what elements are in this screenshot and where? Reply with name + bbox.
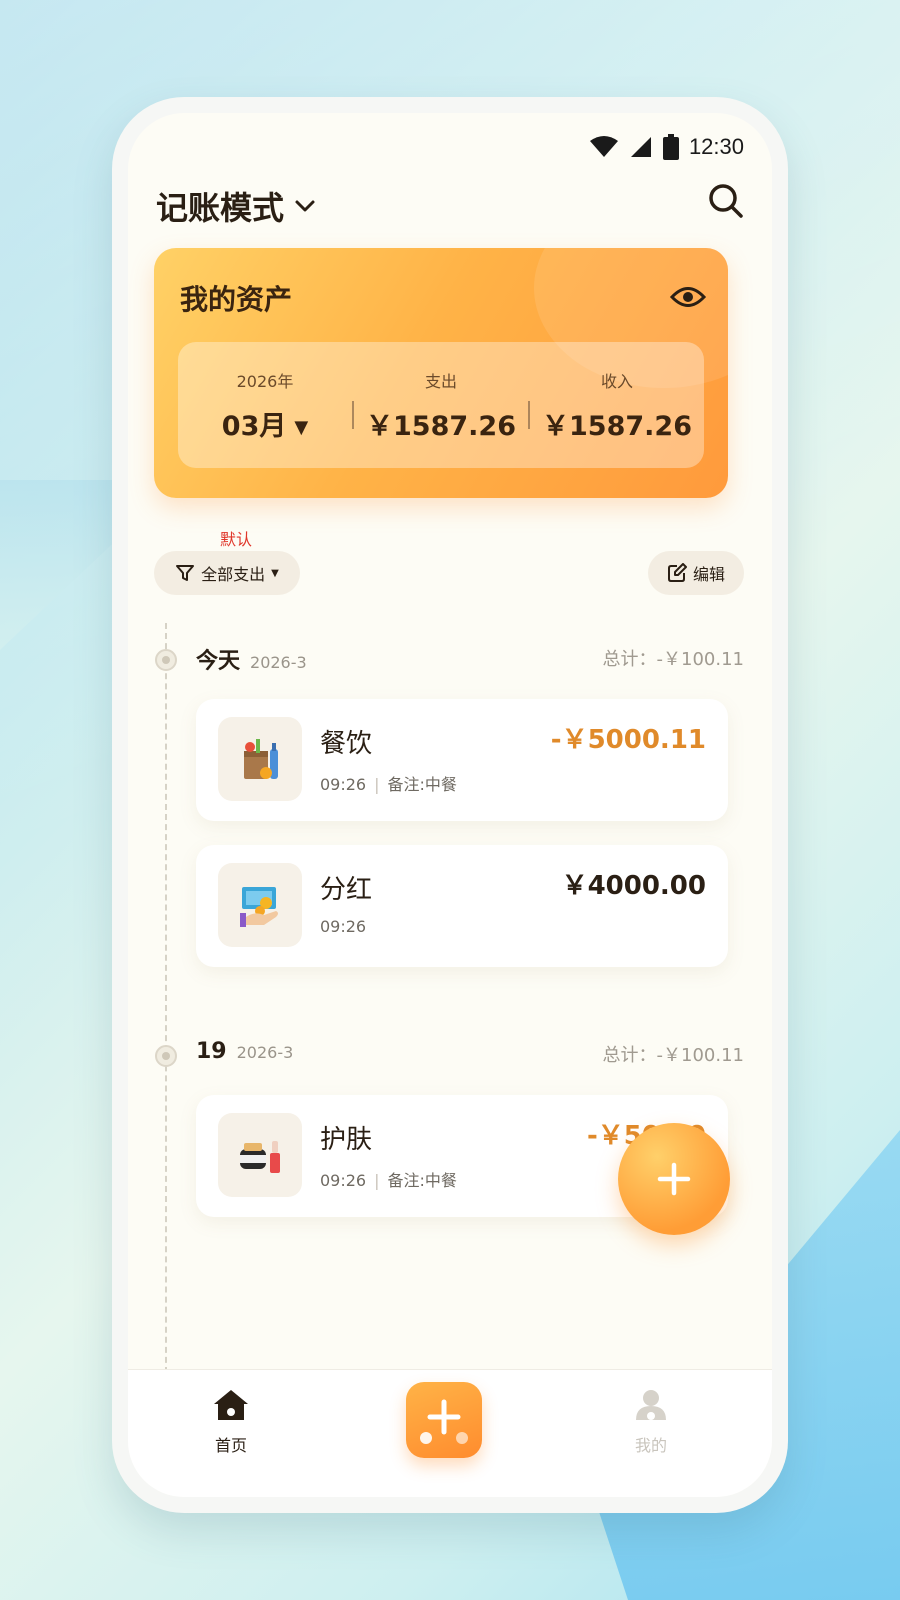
home-icon — [214, 1390, 248, 1420]
month-value: 03月 — [221, 410, 287, 442]
expense-value: ￥1587.26 — [366, 410, 516, 442]
plus-icon — [420, 1399, 468, 1444]
grocery-bag-icon — [218, 717, 302, 801]
transaction-time: 09:26 — [320, 1171, 367, 1190]
day-date: 2026-3 — [250, 653, 307, 672]
timeline-dot — [155, 1045, 177, 1067]
transaction-meta: 09:26 — [320, 917, 366, 936]
day-name: 19 — [196, 1039, 227, 1064]
caret-down-icon: ▼ — [294, 416, 309, 438]
day-date: 2026-3 — [236, 1043, 294, 1062]
transaction-name: 护肤 — [320, 1125, 373, 1155]
caret-down-icon: ▼ — [271, 567, 279, 579]
expense-label: 支出 — [424, 371, 457, 391]
transaction-note: 备注:中餐 — [387, 775, 457, 794]
status-time: 12:30 — [688, 134, 744, 159]
day-name: 今天 — [196, 649, 241, 674]
asset-title: 我的资产 — [180, 283, 293, 316]
income-label: 收入 — [600, 371, 633, 391]
money-hand-icon — [218, 863, 302, 947]
transaction-name: 分红 — [320, 875, 373, 905]
transaction-note: 备注:中餐 — [387, 1171, 457, 1190]
filter-icon — [176, 565, 195, 581]
edit-icon — [667, 563, 687, 582]
timeline-dot — [155, 649, 177, 671]
transaction-card[interactable]: 餐饮 09:26 | 备注:中餐 -￥5000.11 — [196, 699, 728, 821]
status-bar: 12:30 — [589, 131, 744, 163]
transaction-amount: -￥5000.11 — [550, 725, 706, 755]
bottom-tab-bar: 首页 我的 — [128, 1369, 772, 1497]
default-tag: 默认 — [220, 530, 253, 549]
filter-button[interactable]: 全部支出 ▼ — [154, 551, 300, 595]
wifi-icon — [589, 136, 618, 157]
day-total: 总计：-￥100.11 — [602, 1045, 744, 1066]
edit-button[interactable]: 编辑 — [648, 551, 744, 595]
mode-selector[interactable]: 记账模式 — [156, 183, 316, 229]
month-picker[interactable]: 2026年 03月 ▼ — [178, 368, 352, 443]
day-total: 总计：-￥100.11 — [602, 649, 744, 670]
page-title: 记账模式 — [156, 189, 285, 227]
year-label: 2026年 — [236, 371, 294, 391]
income-value: ￥1587.26 — [542, 410, 692, 442]
tab-home[interactable]: 首页 — [186, 1388, 276, 1456]
day-header: 今天 2026-3 — [196, 643, 307, 675]
income-summary: 收入 ￥1587.26 — [530, 368, 704, 443]
day-header: 19 2026-3 — [196, 1039, 293, 1064]
transaction-amount: ￥4000.00 — [561, 871, 706, 901]
center-add-button[interactable] — [406, 1382, 482, 1458]
transaction-time: 09:26 — [320, 917, 367, 936]
tab-home-label: 首页 — [214, 1436, 247, 1455]
tab-me-label: 我的 — [634, 1436, 667, 1455]
eye-icon[interactable] — [670, 284, 706, 310]
app-screen: 12:30 记账模式 我的资产 2026年 03月 ▼ 支出 ￥1587.26 — [128, 113, 772, 1497]
transaction-meta: 09:26 | 备注:中餐 — [320, 775, 457, 794]
battery-icon — [662, 134, 679, 160]
transaction-card[interactable]: 分红 09:26 ￥4000.00 — [196, 845, 728, 967]
signal-icon — [630, 137, 651, 157]
timeline-line — [165, 623, 167, 1383]
transaction-name: 餐饮 — [320, 729, 373, 759]
user-icon — [636, 1390, 666, 1420]
plus-icon — [657, 1162, 691, 1196]
phone-frame: 12:30 记账模式 我的资产 2026年 03月 ▼ 支出 ￥1587.26 — [112, 97, 788, 1513]
search-icon[interactable] — [706, 181, 746, 221]
asset-summary: 2026年 03月 ▼ 支出 ￥1587.26 收入 ￥1587.26 — [178, 342, 704, 468]
transaction-meta: 09:26 | 备注:中餐 — [320, 1171, 457, 1190]
filter-label: 全部支出 — [201, 565, 266, 584]
add-record-fab[interactable] — [618, 1123, 730, 1235]
expense-summary: 支出 ￥1587.26 — [354, 368, 528, 443]
asset-card: 我的资产 2026年 03月 ▼ 支出 ￥1587.26 收入 ￥1587.26 — [154, 248, 728, 498]
chevron-down-icon — [295, 200, 315, 212]
transaction-time: 09:26 — [320, 775, 367, 794]
cosmetics-icon — [218, 1113, 302, 1197]
edit-label: 编辑 — [692, 565, 725, 584]
tab-me[interactable]: 我的 — [606, 1388, 696, 1456]
